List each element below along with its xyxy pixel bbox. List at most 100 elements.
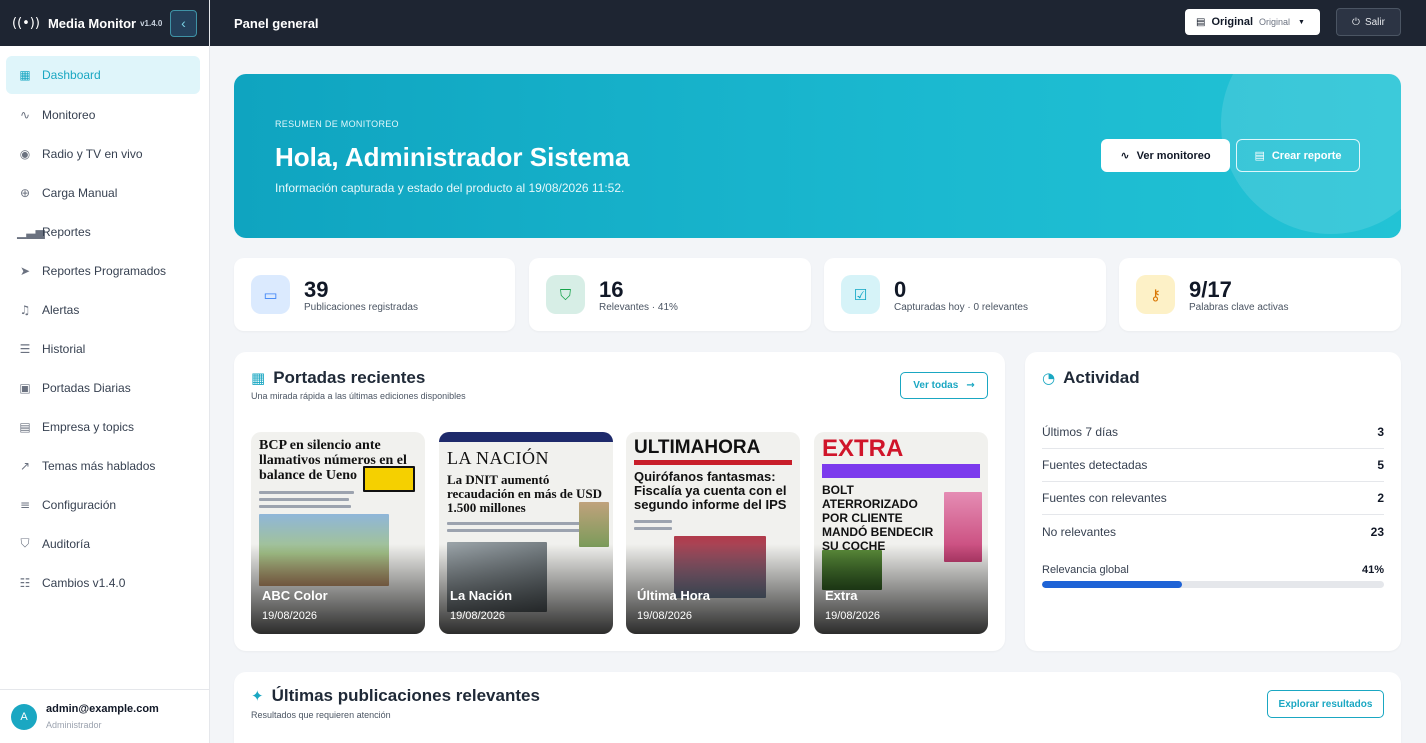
stat-value: 9/17 <box>1189 277 1232 302</box>
stat-relevantes: ⛉ 16 Relevantes · 41% <box>529 258 811 331</box>
create-report-label: Crear reporte <box>1271 149 1342 162</box>
archive-icon: ☰ <box>19 341 31 356</box>
sidebar-item-portadas-diarias[interactable]: ▣ Portadas Diarias <box>6 369 200 406</box>
actividad-row: Fuentes con relevantes 2 <box>1042 482 1384 515</box>
bar-chart-icon: ▁▃▅ <box>17 224 45 239</box>
front-page-card[interactable]: ULTIMAHORA Quirófanos fantasmas: Fiscalí… <box>626 432 800 634</box>
actividad-title-text: Actividad <box>1063 368 1140 387</box>
purple-strip <box>822 464 980 478</box>
sidebar-item-dashboard[interactable]: ▦ Dashboard <box>6 56 200 94</box>
logout-label: Salir <box>1364 16 1385 28</box>
sidebar-item-label: Alertas <box>42 302 80 317</box>
sidebar-nav: ▦ Dashboard ∿ Monitoreo ◉ Radio y TV en viv… <box>0 46 209 601</box>
text-line <box>259 498 349 501</box>
mode-select[interactable]: ▤ Original Original ▼ <box>1185 9 1320 35</box>
explore-results-button[interactable]: Explorar resultados <box>1267 690 1384 718</box>
tray-icon: ▭ <box>251 275 290 314</box>
view-monitor-button[interactable]: ∿ Ver monitoreo <box>1101 139 1230 172</box>
actividad-card: ◔ Actividad Últimos 7 días 3 Fuentes detec… <box>1025 352 1401 651</box>
sidebar-item-label: Radio y TV en vivo <box>42 146 143 161</box>
page-title: Panel general <box>234 15 319 31</box>
sidebar-item-label: Temas más hablados <box>42 458 156 473</box>
row-value: 3 <box>1377 425 1384 439</box>
front-name: ABC Color <box>262 588 328 603</box>
collapse-sidebar-button[interactable]: ‹ <box>170 9 197 37</box>
file-icon: ▤ <box>1254 149 1265 162</box>
bell-icon: ♫ <box>19 302 31 317</box>
app-version: v1.4.0 <box>140 18 163 28</box>
front-page-card[interactable]: LA NACIÓN La DNIT aumentó recaudación en… <box>439 432 613 634</box>
hero-banner: RESUMEN DE MONITOREO Hola, Administrador… <box>234 74 1401 238</box>
sidebar-item-label: Historial <box>42 341 86 356</box>
send-icon: ➤ <box>19 263 31 278</box>
ultimas-card: ✦ Últimas publicaciones relevantes Result… <box>234 672 1401 743</box>
sidebar-item-carga-manual[interactable]: ⊕ Carga Manual <box>6 174 200 211</box>
broadcast-icon: ((•)) <box>12 15 40 31</box>
front-page-card[interactable]: EXTRA BOLT ATERRORIZADO POR CLIENTE MAND… <box>814 432 988 634</box>
sidebar-item-alertas[interactable]: ♫ Alertas <box>6 291 200 328</box>
see-all-label: Ver todas <box>913 380 959 391</box>
gauge-icon: ◔ <box>1042 369 1056 387</box>
mode-selected: Original <box>1211 16 1254 28</box>
sidebar-item-label: Configuración <box>42 497 117 512</box>
calendar-check-icon: ☑ <box>841 275 880 314</box>
front-date: 19/08/2026 <box>637 610 693 622</box>
user-profile[interactable]: A admin@example.com Administrador <box>0 689 209 743</box>
ultimas-subtitle: Resultados que requieren atención <box>251 710 391 720</box>
newspaper-icon: ▦ <box>251 369 266 387</box>
logout-button[interactable]: ⏻ Salir <box>1336 8 1401 36</box>
sidebar-item-reportes-programados[interactable]: ➤ Reportes Programados <box>6 252 200 289</box>
text-line <box>447 529 597 532</box>
sparkles-icon: ✦ <box>251 687 264 705</box>
sidebar-item-label: Cambios v1.4.0 <box>42 575 126 590</box>
sidebar-item-radio-tv[interactable]: ◉ Radio y TV en vivo <box>6 135 200 172</box>
hero-subtitle: Información capturada y estado del produ… <box>275 181 625 195</box>
image-icon: ▣ <box>19 380 31 395</box>
sidebar-item-monitoreo[interactable]: ∿ Monitoreo <box>6 96 200 133</box>
front-date: 19/08/2026 <box>450 610 506 622</box>
sidebar-item-label: Monitoreo <box>42 107 96 122</box>
sidebar-item-auditoria[interactable]: ⛉ Auditoría <box>6 525 200 562</box>
building-icon: ▤ <box>19 419 31 434</box>
explore-results-label: Explorar resultados <box>1278 698 1373 710</box>
user-role: Administrador <box>46 720 102 730</box>
create-report-button[interactable]: ▤ Crear reporte <box>1236 139 1360 172</box>
front-name: La Nación <box>450 588 513 603</box>
caret-down-icon: ▼ <box>1298 18 1305 26</box>
row-value: 5 <box>1377 458 1384 472</box>
red-strip <box>634 460 792 465</box>
row-label: Últimos 7 días <box>1042 425 1119 439</box>
text-line <box>259 491 354 494</box>
power-icon: ⏻ <box>1352 16 1360 28</box>
sidebar-item-empresa-topics[interactable]: ▤ Empresa y topics <box>6 408 200 445</box>
stat-value: 39 <box>304 277 329 302</box>
portadas-card: ▦ Portadas recientes Una mirada rápida a … <box>234 352 1005 651</box>
stat-publicaciones: ▭ 39 Publicaciones registradas <box>234 258 515 331</box>
sidebar-header: ((•)) Media Monitor v1.4.0 ‹ <box>0 0 209 46</box>
relevance-value: 41% <box>1361 564 1384 576</box>
front-page-card[interactable]: BCP en silencio ante llamativos números … <box>251 432 425 634</box>
portadas-title: ▦ Portadas recientes <box>251 368 425 388</box>
portadas-subtitle: Una mirada rápida a las últimas edicione… <box>251 391 466 401</box>
trend-icon: ↗ <box>19 458 31 473</box>
relevance-label: Relevancia global <box>1042 564 1129 576</box>
text-line <box>447 522 597 525</box>
chevron-left-icon: ‹ <box>181 15 186 31</box>
text-line <box>259 505 351 508</box>
sidebar-item-label: Carga Manual <box>42 185 118 200</box>
hero-title: Hola, Administrador Sistema <box>275 142 630 172</box>
sidebar-item-temas[interactable]: ↗ Temas más hablados <box>6 447 200 484</box>
relevance-progress-bar <box>1042 581 1384 588</box>
avatar: A <box>11 703 37 730</box>
top-strip <box>439 432 613 442</box>
sidebar-item-configuracion[interactable]: ≡ Configuración <box>6 486 200 523</box>
row-label: No relevantes <box>1042 524 1117 539</box>
see-all-button[interactable]: Ver todas → <box>900 372 988 399</box>
row-value: 2 <box>1377 491 1384 505</box>
sidebar-item-reportes[interactable]: ▁▃▅ Reportes <box>6 213 200 250</box>
sidebar-item-cambios[interactable]: ☷ Cambios v1.4.0 <box>6 564 200 601</box>
bookmark-icon: ⛉ <box>546 275 585 314</box>
sidebar-item-historial[interactable]: ☰ Historial <box>6 330 200 367</box>
user-email: admin@example.com <box>46 703 159 715</box>
dashboard-icon: ▦ <box>19 68 31 82</box>
